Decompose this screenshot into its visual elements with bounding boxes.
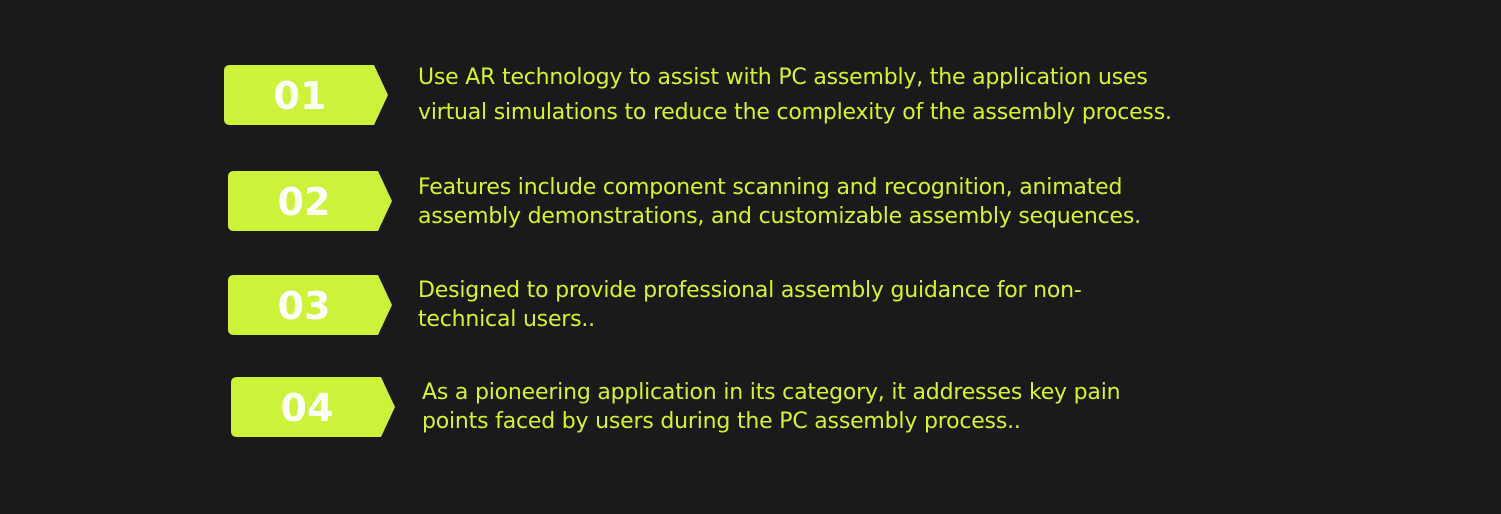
number-badge-04: 04 — [231, 377, 395, 437]
number-badge-02: 02 — [228, 171, 392, 231]
badge-number: 04 — [280, 386, 334, 430]
description-line: Use AR technology to assist with PC asse… — [418, 65, 1148, 90]
badge-number: 01 — [273, 74, 327, 118]
description-line: As a pioneering application in its categ… — [422, 380, 1121, 405]
description-line: virtual simulations to reduce the comple… — [418, 100, 1172, 125]
description-line: points faced by users during the PC asse… — [422, 409, 1021, 434]
badge-number: 02 — [277, 180, 331, 224]
feature-list-panel: 01 Use AR technology to assist with PC a… — [0, 0, 1501, 514]
feature-description-03: Designed to provide professional assembl… — [418, 275, 1082, 335]
description-line: Features include component scanning and … — [418, 175, 1123, 200]
number-badge-01: 01 — [224, 65, 388, 125]
description-line: assembly demonstrations, and customizabl… — [418, 204, 1141, 229]
number-badge-03: 03 — [228, 275, 392, 335]
feature-description-01: Use AR technology to assist with PC asse… — [418, 62, 1172, 128]
badge-number: 03 — [277, 284, 331, 328]
description-line: technical users.. — [418, 307, 595, 332]
feature-description-04: As a pioneering application in its categ… — [422, 377, 1121, 437]
description-line: Designed to provide professional assembl… — [418, 278, 1082, 303]
feature-description-02: Features include component scanning and … — [418, 172, 1141, 232]
